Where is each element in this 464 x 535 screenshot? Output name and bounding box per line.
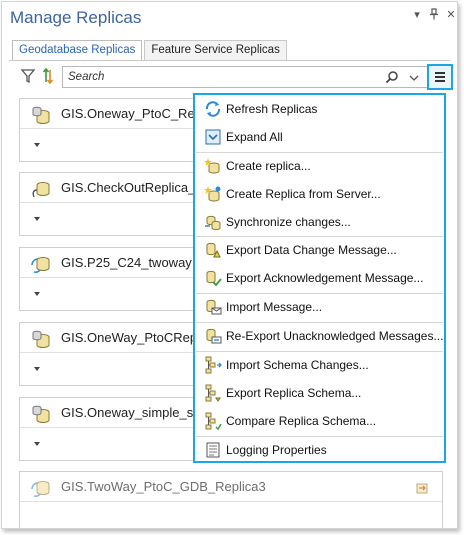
menu-item-label: Create Replica from Server... (226, 187, 381, 201)
menu-item-label: Export Replica Schema... (226, 386, 362, 400)
replica-name: GIS.TwoWay_PtoC_GDB_Replica3 (61, 479, 266, 494)
export-data-change-icon (204, 241, 222, 259)
synchronize-icon (204, 213, 222, 231)
tab-geodatabase-replicas[interactable]: Geodatabase Replicas (12, 40, 143, 61)
menu-item-re-export-unacknowledged-messages[interactable]: Re-Export Unacknowledged Messages... (195, 322, 444, 350)
reexport-icon (204, 327, 222, 345)
pane-options-icon[interactable]: ▾ (410, 8, 424, 21)
close-icon[interactable]: ✕ (444, 8, 457, 21)
menu-item-refresh-replicas[interactable]: Refresh Replicas (195, 95, 444, 123)
pane-title: Manage Replicas (10, 8, 142, 27)
replica-name: GIS.CheckOutReplica_ (61, 180, 196, 195)
expand-caret-icon[interactable] (34, 217, 40, 221)
replica-name: GIS.Oneway_PtoC_Rep (61, 106, 202, 121)
search-input[interactable] (68, 69, 368, 85)
pin-icon[interactable] (427, 8, 441, 23)
menu-item-label: Compare Replica Schema... (226, 414, 377, 428)
menu-item-label: Re-Export Unacknowledged Messages... (226, 329, 444, 343)
checkout-replica-icon (30, 178, 52, 200)
expand-all-icon (204, 128, 222, 146)
menu-item-export-data-change-message[interactable]: Export Data Change Message... (195, 236, 444, 264)
menu-item-create-replica-from-server[interactable]: Create Replica from Server... (195, 180, 444, 208)
menu-item-label: Export Acknowledgement Message... (226, 271, 424, 285)
menu-item-expand-all[interactable]: Expand All (195, 123, 444, 151)
replica-row-header: GIS.TwoWay_PtoC_GDB_Replica3 (20, 472, 442, 502)
menu-item-export-replica-schema[interactable]: Export Replica Schema... (195, 379, 444, 407)
menu-item-label: Export Data Change Message... (226, 243, 397, 257)
export-ack-icon (204, 269, 222, 287)
menu-item-import-message[interactable]: Import Message... (195, 293, 444, 321)
replica-name: GIS.P25_C24_twoway (61, 255, 192, 270)
export-schema-icon (204, 384, 222, 402)
menu-item-label: Logging Properties (226, 443, 327, 457)
menu-item-logging-properties[interactable]: Logging Properties (195, 436, 444, 464)
expand-caret-icon[interactable] (34, 292, 40, 296)
create-replica-icon (204, 157, 222, 175)
replica-name: GIS.OneWay_PtoCRep (61, 330, 198, 345)
logging-icon (204, 441, 222, 459)
oneway-replica-icon (30, 104, 52, 126)
compare-schema-icon (204, 412, 222, 431)
search-box (62, 66, 428, 88)
replica-row[interactable]: GIS.TwoWay_PtoC_GDB_Replica3 (19, 471, 443, 528)
tab-feature-service-replicas[interactable]: Feature Service Replicas (144, 40, 287, 60)
menu-icon-bar (435, 72, 445, 74)
menu-item-label: Refresh Replicas (226, 102, 318, 116)
replicas-context-menu: Refresh Replicas Expand All Create repli… (193, 93, 446, 463)
replica-name: GIS.Oneway_simple_su (61, 405, 201, 420)
menu-icon-bar (435, 80, 445, 82)
refresh-icon (204, 100, 222, 118)
expand-caret-icon[interactable] (34, 367, 40, 371)
expand-caret-icon[interactable] (34, 442, 40, 446)
oneway-replica-icon (30, 328, 52, 350)
menu-icon-bar (435, 76, 445, 78)
menu-item-import-schema-changes[interactable]: Import Schema Changes... (195, 351, 444, 379)
search-icon[interactable] (385, 70, 399, 84)
menu-item-export-acknowledgement-message[interactable]: Export Acknowledgement Message... (195, 264, 444, 292)
replica-tabs: Geodatabase Replicas Feature Service Rep… (12, 40, 289, 61)
hamburger-menu-button[interactable] (427, 64, 453, 90)
tab-divider (9, 60, 450, 61)
sort-icon[interactable] (42, 67, 54, 85)
oneway-replica-icon (30, 403, 52, 425)
replica-sync-icon[interactable] (414, 480, 430, 496)
menu-item-create-replica[interactable]: Create replica... (195, 152, 444, 180)
create-replica-server-icon (204, 185, 222, 203)
menu-item-label: Create replica... (226, 159, 311, 173)
menu-item-compare-replica-schema[interactable]: Compare Replica Schema... (195, 407, 444, 435)
menu-item-label: Synchronize changes... (226, 215, 351, 229)
menu-item-label: Import Schema Changes... (226, 358, 369, 372)
expand-caret-icon[interactable] (34, 143, 40, 147)
twoway-replica-icon (30, 477, 52, 499)
import-schema-icon (204, 356, 222, 374)
manage-replicas-pane: Manage Replicas ▾ ✕ Geodatabase Replicas… (1, 1, 458, 529)
twoway-replica-icon (30, 253, 52, 275)
chevron-down-icon[interactable] (409, 72, 419, 82)
import-message-icon (204, 298, 222, 316)
menu-item-label: Import Message... (226, 300, 323, 314)
filter-icon[interactable] (20, 68, 36, 84)
menu-item-label: Expand All (226, 130, 283, 144)
menu-item-synchronize-changes[interactable]: Synchronize changes... (195, 208, 444, 236)
